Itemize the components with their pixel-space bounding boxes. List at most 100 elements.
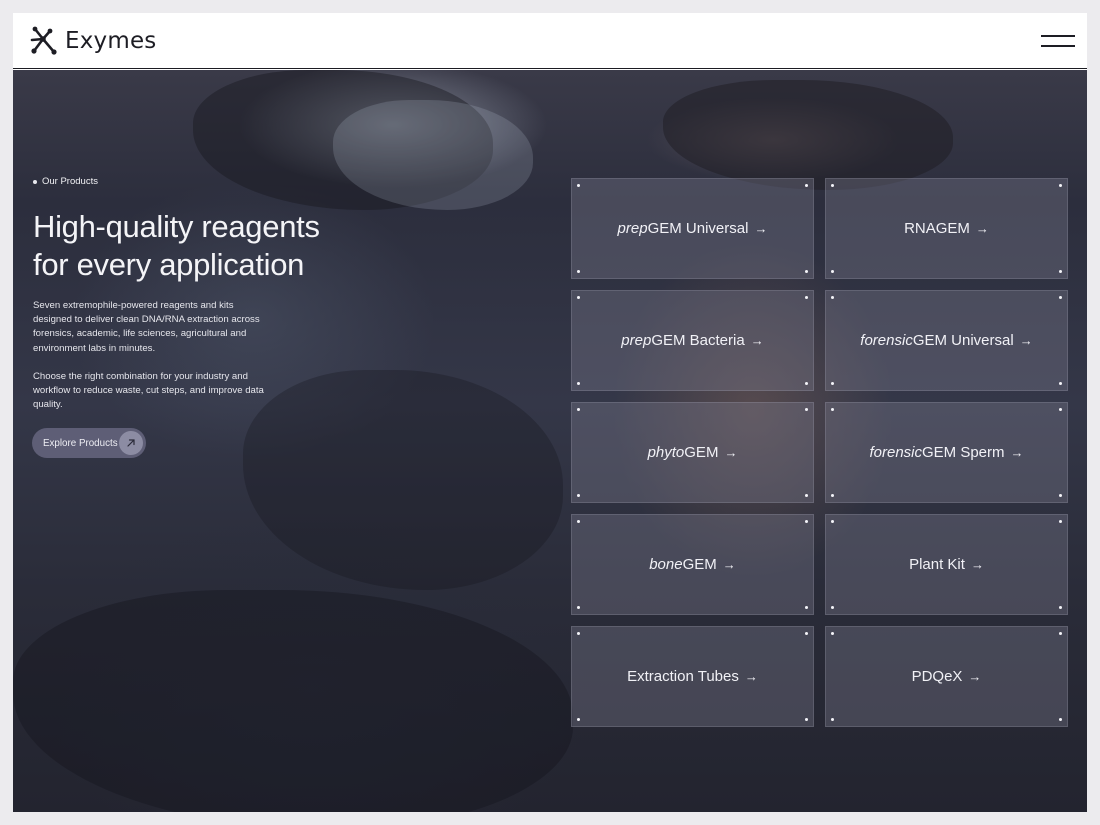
product-name: GEM Universal [912, 332, 1014, 349]
product-card-label: prepGEM Universal [618, 220, 749, 237]
product-card[interactable]: forensicGEM Sperm → [825, 402, 1068, 503]
corner-dot [1059, 606, 1062, 609]
product-name: PDQeX [911, 668, 963, 685]
product-card-label: forensicGEM Universal [860, 332, 1013, 349]
corner-dot [805, 382, 808, 385]
corner-dot [577, 494, 580, 497]
headline-line-1: High-quality reagents [33, 209, 320, 244]
product-card[interactable]: prepGEM Universal → [571, 178, 814, 279]
corner-dot [805, 270, 808, 273]
product-prefix: phyto [647, 444, 685, 461]
menu-line-top [1041, 35, 1075, 37]
arrow-right-icon: → [722, 557, 736, 572]
corner-dot [1059, 520, 1062, 523]
corner-dot [577, 408, 580, 411]
hamburger-menu-icon[interactable] [1041, 30, 1075, 52]
corner-dot [831, 296, 834, 299]
product-name: RNAGEM [904, 220, 970, 237]
corner-dot [577, 184, 580, 187]
product-card[interactable]: Plant Kit → [825, 514, 1068, 615]
product-name: Plant Kit [909, 556, 965, 573]
corner-dot [577, 632, 580, 635]
product-name: GEM [684, 444, 719, 461]
product-prefix: bone [649, 556, 683, 573]
product-prefix: forensic [860, 332, 913, 349]
brand-name: Exymes [65, 28, 157, 54]
corner-dot [805, 408, 808, 411]
molecule-logo-icon [30, 26, 57, 55]
corner-dot [577, 382, 580, 385]
product-grid: prepGEM Universal → RNAGEM → prepGEM Bacteri… [571, 178, 1068, 728]
background-rock [243, 370, 563, 590]
corner-dot [1059, 408, 1062, 411]
product-card[interactable]: Extraction Tubes → [571, 626, 814, 727]
corner-dot [805, 520, 808, 523]
product-card[interactable]: RNAGEM → [825, 178, 1068, 279]
arrow-right-icon: → [970, 557, 984, 572]
corner-dot [805, 494, 808, 497]
brand-logo[interactable]: Exymes [27, 24, 157, 58]
corner-dot [805, 606, 808, 609]
page-frame: Exymes Our Products High-quality reagent… [13, 13, 1087, 812]
product-card-label: RNAGEM [904, 220, 970, 237]
corner-dot [1059, 296, 1062, 299]
product-name: GEM Universal [647, 220, 749, 237]
arrow-right-icon: → [968, 669, 982, 684]
corner-dot [577, 520, 580, 523]
corner-dot [831, 494, 834, 497]
arrow-right-icon: → [724, 445, 738, 460]
eyebrow-dot [33, 179, 37, 184]
arrow-right-icon: → [744, 669, 758, 684]
hero-section: Our Products High-quality reagents for e… [13, 70, 1087, 812]
background-rock [13, 590, 573, 812]
guidance-paragraph: Choose the right combination for your in… [33, 371, 264, 411]
arrow-right-icon: → [975, 221, 989, 236]
corner-dot [805, 632, 808, 635]
product-card[interactable]: PDQeX → [825, 626, 1068, 727]
product-name: GEM Sperm [922, 444, 1005, 461]
corner-dot [1059, 718, 1062, 721]
corner-dot [805, 718, 808, 721]
eyebrow-label: Our Products [42, 176, 98, 187]
explore-products-button[interactable]: Explore Products [32, 428, 146, 458]
intro-paragraph: Seven extremophile-powered reagents and … [33, 300, 260, 354]
corner-dot [831, 184, 834, 187]
explore-products-label: Explore Products [43, 437, 118, 449]
corner-dot [1059, 184, 1062, 187]
arrow-right-icon: → [750, 333, 764, 348]
headline-line-2: for every application [33, 247, 305, 282]
corner-dot [831, 408, 834, 411]
arrow-right-icon: → [1019, 333, 1033, 348]
product-card-label: phytoGEM [648, 444, 719, 461]
product-card-label: Plant Kit [909, 556, 965, 573]
product-name: GEM [682, 556, 717, 573]
site-header: Exymes [13, 13, 1087, 69]
corner-dot [805, 296, 808, 299]
product-card-label: forensicGEM Sperm [869, 444, 1004, 461]
product-prefix: forensic [869, 444, 922, 461]
corner-dot [831, 520, 834, 523]
product-card-label: prepGEM Bacteria [621, 332, 744, 349]
arrow-right-icon: → [1010, 445, 1024, 460]
background-rock [663, 80, 953, 190]
product-name: GEM Bacteria [651, 332, 745, 349]
arrow-right-icon: → [754, 221, 768, 236]
product-card-label: Extraction Tubes [627, 668, 739, 685]
product-card[interactable]: forensicGEM Universal → [825, 290, 1068, 391]
corner-dot [831, 606, 834, 609]
product-card[interactable]: prepGEM Bacteria → [571, 290, 814, 391]
product-card-label: boneGEM [649, 556, 717, 573]
corner-dot [1059, 494, 1062, 497]
product-card[interactable]: boneGEM → [571, 514, 814, 615]
corner-dot [577, 270, 580, 273]
corner-dot [831, 718, 834, 721]
product-name: Extraction Tubes [627, 668, 739, 685]
page-title: High-quality reagents for every applicat… [33, 208, 393, 284]
corner-dot [831, 270, 834, 273]
corner-dot [831, 632, 834, 635]
corner-dot [1059, 270, 1062, 273]
product-prefix: prep [621, 332, 652, 349]
product-card[interactable]: phytoGEM → [571, 402, 814, 503]
corner-dot [577, 718, 580, 721]
arrow-up-right-icon [119, 431, 143, 455]
